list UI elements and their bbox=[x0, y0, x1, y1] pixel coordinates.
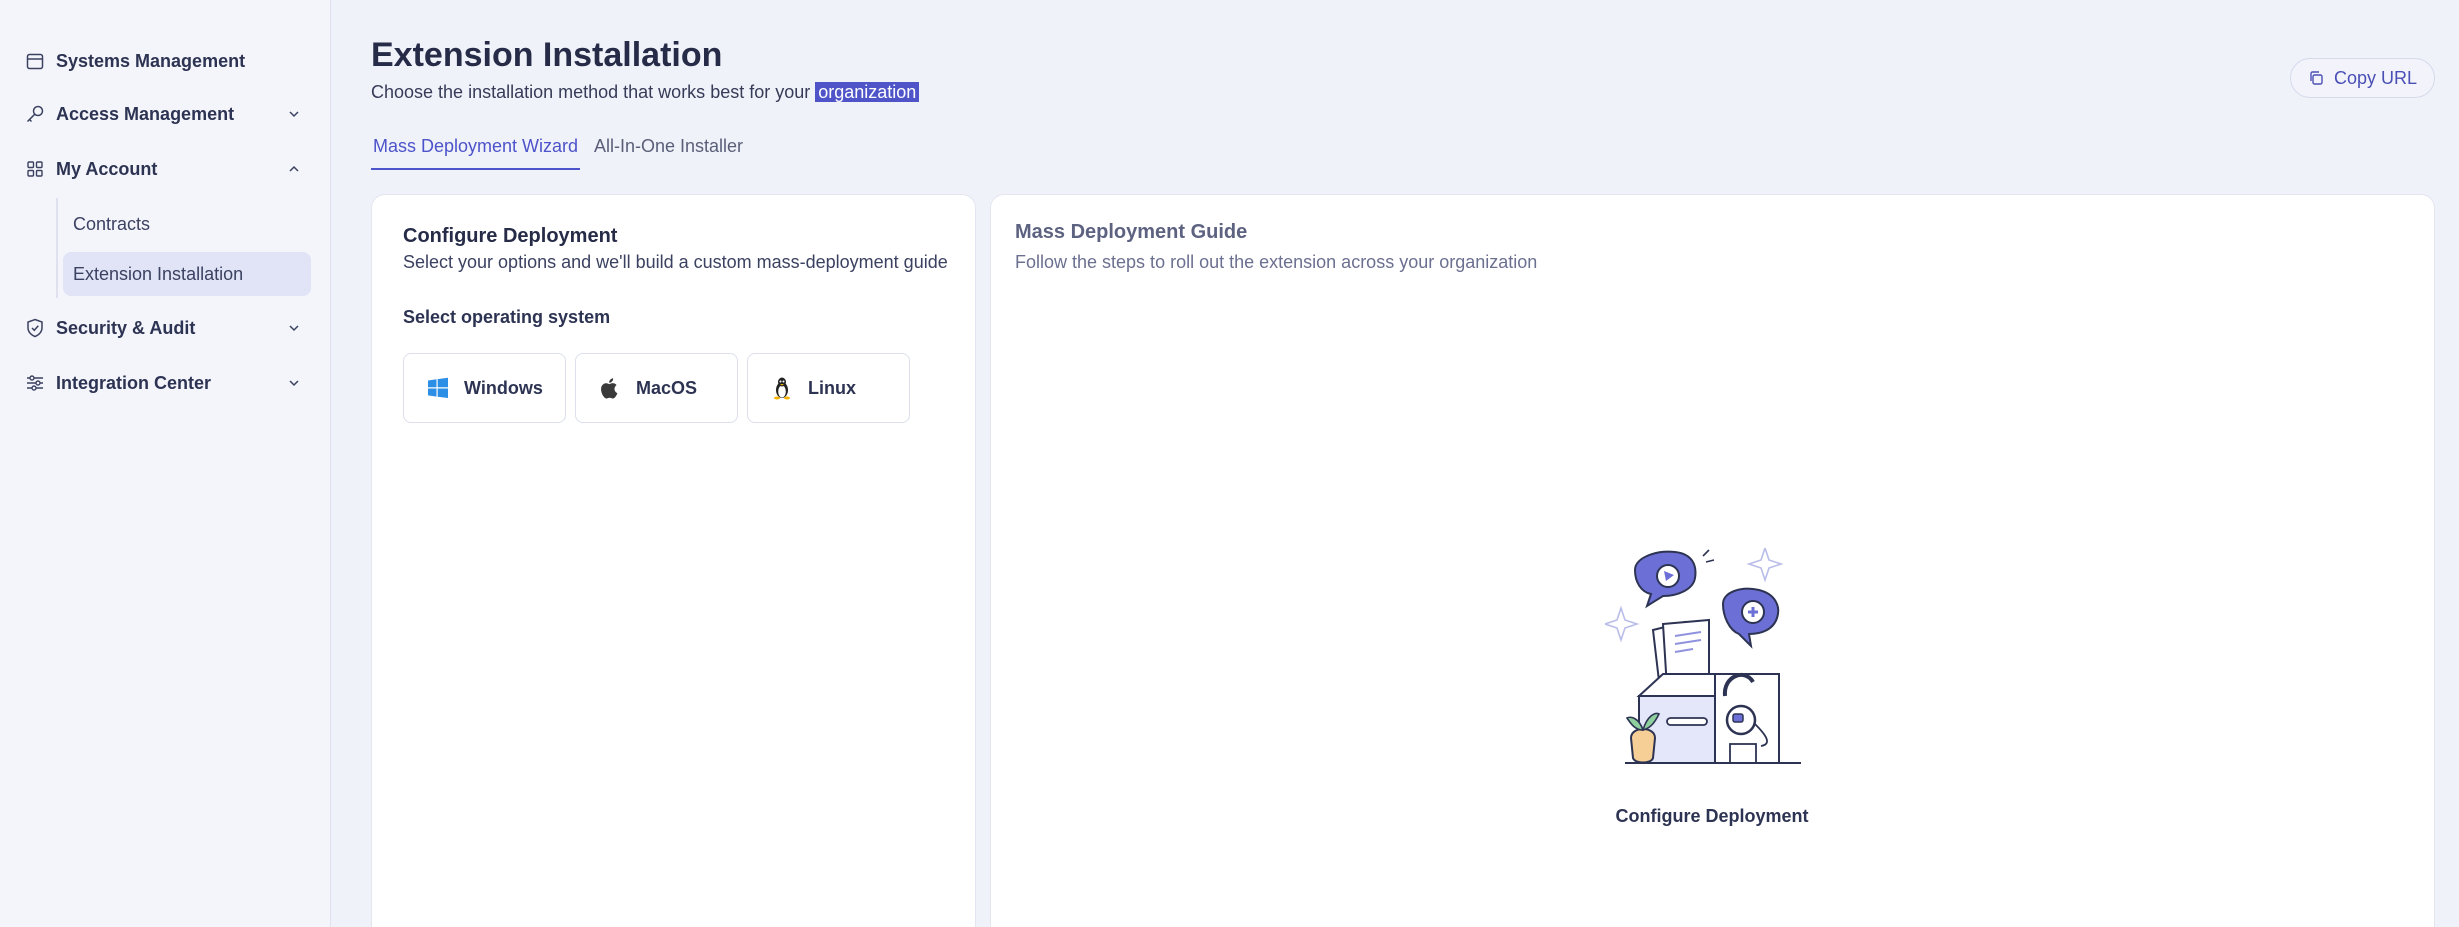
sidebar-item-integration-center[interactable]: Integration Center bbox=[24, 363, 316, 403]
os-option-label: MacOS bbox=[636, 377, 698, 398]
guide-title: Mass Deployment Guide bbox=[1015, 221, 1248, 243]
guide-subtitle: Follow the steps to roll out the extensi… bbox=[1015, 252, 1538, 272]
copy-url-button[interactable]: Copy URL bbox=[2290, 58, 2435, 98]
sidebar-subitem-contracts[interactable]: Contracts bbox=[63, 202, 311, 246]
configure-subtitle: Select your options and we'll build a cu… bbox=[403, 252, 948, 272]
apple-icon bbox=[598, 376, 622, 400]
os-option-windows[interactable]: Windows bbox=[403, 353, 566, 423]
copy-icon bbox=[2310, 71, 2323, 85]
page-title: Extension Installation bbox=[371, 36, 723, 74]
sidebar-item-label: Systems Management bbox=[56, 50, 246, 71]
tab-mass-deployment-wizard[interactable]: Mass Deployment Wizard bbox=[371, 136, 581, 170]
os-select-label: Select operating system bbox=[403, 307, 611, 327]
empty-state-caption: Configure Deployment bbox=[1615, 806, 1809, 826]
os-option-macos[interactable]: MacOS bbox=[575, 353, 738, 423]
copy-url-label: Copy URL bbox=[2333, 67, 2418, 88]
sidebar-item-label: My Account bbox=[56, 158, 158, 179]
tab-all-in-one-installer[interactable]: All-In-One Installer bbox=[592, 136, 745, 170]
os-option-linux[interactable]: Linux bbox=[747, 353, 910, 423]
windows-icon bbox=[426, 376, 450, 400]
chevron-down-icon[interactable] bbox=[286, 106, 302, 122]
integration-icon bbox=[24, 372, 46, 394]
linux-icon bbox=[770, 376, 794, 400]
sidebar-item-label: Access Management bbox=[56, 103, 235, 124]
sidebar-item-access-management[interactable]: Access Management bbox=[24, 94, 316, 134]
chevron-down-icon[interactable] bbox=[286, 375, 302, 391]
configure-deployment-panel: Configure Deployment Select your options… bbox=[371, 194, 976, 927]
page-subtitle-text: Choose the installation method that work… bbox=[371, 82, 811, 102]
page-subtitle: Choose the installation method that work… bbox=[371, 82, 920, 103]
shield-icon bbox=[24, 317, 46, 339]
sidebar-item-label: Security & Audit bbox=[56, 317, 196, 338]
sidebar-item-systems-management[interactable]: Systems Management bbox=[24, 41, 316, 81]
sidebar-subitem-extension-installation[interactable]: Extension Installation bbox=[63, 252, 311, 296]
os-option-label: Windows bbox=[464, 377, 543, 398]
sidebar-item-my-account[interactable]: My Account bbox=[24, 149, 316, 189]
sidebar-subitem-label: Contracts bbox=[73, 213, 151, 234]
sidebar: Systems Management Access Management My … bbox=[0, 0, 331, 927]
grid-icon bbox=[24, 158, 46, 180]
selected-text-highlight: organization bbox=[815, 82, 920, 102]
submenu-rail bbox=[56, 198, 58, 298]
os-option-label: Linux bbox=[808, 377, 856, 398]
sidebar-item-label: Integration Center bbox=[56, 372, 212, 393]
sidebar-subitem-label: Extension Installation bbox=[73, 263, 244, 284]
key-icon bbox=[24, 103, 46, 125]
chevron-up-icon[interactable] bbox=[286, 161, 302, 177]
sidebar-item-security-audit[interactable]: Security & Audit bbox=[24, 308, 316, 348]
empty-state-illustration bbox=[1605, 548, 1801, 764]
calendar-icon bbox=[24, 50, 46, 72]
chevron-down-icon[interactable] bbox=[286, 320, 302, 336]
configure-title: Configure Deployment bbox=[403, 225, 618, 247]
